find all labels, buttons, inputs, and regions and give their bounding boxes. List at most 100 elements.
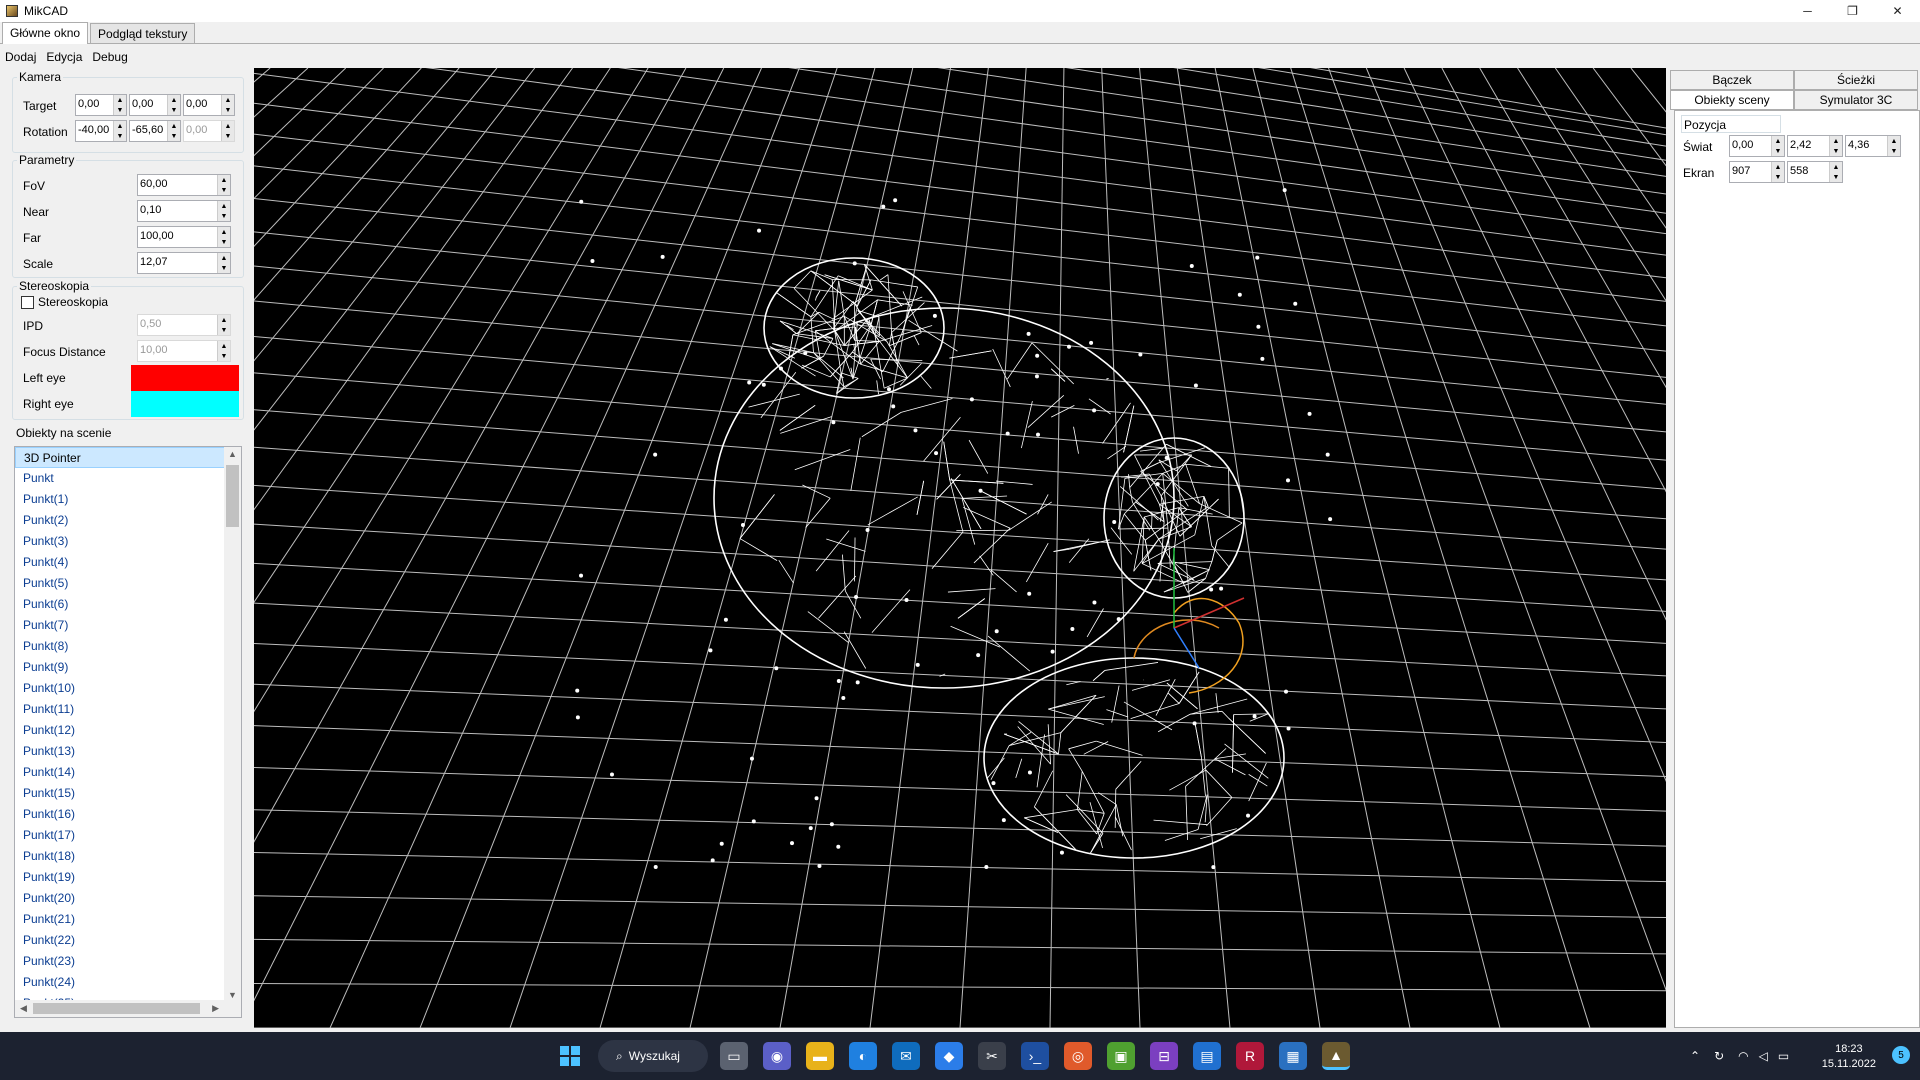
world-z-stepper[interactable]: ▲ ▼ [1887, 136, 1900, 156]
tab-main-window[interactable]: Główne okno [2, 22, 89, 44]
screen-x-spinner[interactable]: 907 ▲ ▼ [1729, 161, 1785, 183]
minimize-button[interactable]: ─ [1785, 0, 1830, 22]
scene-point[interactable] [1286, 726, 1291, 731]
scene-point[interactable] [1193, 383, 1198, 388]
scene-canvas[interactable] [254, 68, 1666, 1028]
scene-point[interactable] [1211, 865, 1216, 870]
scene-point[interactable] [1328, 517, 1333, 522]
scroll-right-icon[interactable]: ▶ [212, 1003, 219, 1014]
scene-point[interactable] [932, 313, 937, 318]
screen-y-spinner[interactable]: 558 ▲ ▼ [1787, 161, 1843, 183]
clock[interactable]: 18:23 15.11.2022 [1822, 1042, 1876, 1072]
notes-icon[interactable]: ▤ [1193, 1042, 1221, 1070]
scene-point[interactable] [1164, 455, 1169, 460]
right-eye-color-picker[interactable] [131, 391, 239, 417]
outlook-icon[interactable]: ✉ [892, 1042, 920, 1070]
near-stepper[interactable]: ▲ ▼ [217, 201, 230, 221]
wifi-icon[interactable]: ◠ [1738, 1049, 1748, 1063]
vertical-scroll-thumb[interactable] [226, 465, 239, 527]
down-arrow-icon[interactable]: ▼ [222, 105, 234, 115]
down-arrow-icon[interactable]: ▼ [1772, 172, 1784, 182]
scene-point[interactable] [976, 653, 981, 658]
tab-scene-objects[interactable]: Obiekty sceny [1670, 90, 1794, 110]
list-item[interactable]: Punkt(3) [15, 531, 241, 552]
up-arrow-icon[interactable]: ▲ [218, 201, 230, 211]
target-y-stepper[interactable]: ▲ ▼ [167, 95, 180, 115]
scene-point[interactable] [1059, 850, 1064, 855]
world-x-stepper[interactable]: ▲ ▼ [1771, 136, 1784, 156]
tab-simulator-3c[interactable]: Symulator 3C [1794, 90, 1918, 110]
scene-point[interactable] [1027, 770, 1032, 775]
list-item[interactable]: Punkt(4) [15, 552, 241, 573]
scene-point[interactable] [891, 404, 896, 409]
objects-list[interactable]: 3D Pointer Punkt Punkt(1) Punkt(2) Punkt(3) P… [14, 446, 242, 1018]
scene-point[interactable] [1325, 452, 1330, 457]
list-item[interactable]: Punkt(22) [15, 930, 241, 951]
down-arrow-icon[interactable]: ▼ [114, 105, 126, 115]
scene-point[interactable] [817, 864, 822, 869]
scene-point[interactable] [1246, 813, 1251, 818]
close-button[interactable]: ✕ [1875, 0, 1920, 22]
down-arrow-icon[interactable]: ▼ [218, 263, 230, 273]
scene-point[interactable] [1036, 432, 1041, 437]
list-item[interactable]: Punkt(5) [15, 573, 241, 594]
down-arrow-icon[interactable]: ▼ [114, 131, 126, 141]
scroll-left-icon[interactable]: ◀ [20, 1003, 27, 1014]
stereoscopy-checkbox-row[interactable]: Stereoskopia [21, 295, 108, 309]
stereoscopy-checkbox[interactable] [21, 295, 34, 309]
tray-expand-icon[interactable]: ⌃ [1690, 1049, 1700, 1063]
scene-point[interactable] [829, 822, 834, 827]
list-item[interactable]: Punkt(7) [15, 615, 241, 636]
scene-point[interactable] [1027, 591, 1032, 596]
notification-badge[interactable]: 5 [1892, 1046, 1910, 1064]
volume-icon[interactable]: ◁ [1759, 1049, 1768, 1063]
restore-button[interactable]: ❐ [1830, 0, 1875, 22]
scene-point[interactable] [893, 198, 898, 203]
scene-point[interactable] [1116, 617, 1121, 622]
scene-point[interactable] [1026, 331, 1031, 336]
scene-point[interactable] [836, 844, 841, 849]
scene-point[interactable] [1237, 292, 1242, 297]
list-item[interactable]: Punkt(10) [15, 678, 241, 699]
world-y-stepper[interactable]: ▲ ▼ [1829, 136, 1842, 156]
scene-point[interactable] [1255, 255, 1260, 260]
target-z-spinner[interactable]: 0,00 ▲ ▼ [183, 94, 235, 116]
scene-point[interactable] [579, 573, 584, 578]
list-item[interactable]: Punkt(17) [15, 825, 241, 846]
taskbar-search[interactable]: ⌕ Wyszukaj [598, 1040, 708, 1072]
up-arrow-icon[interactable]: ▲ [222, 95, 234, 105]
scene-point[interactable] [660, 254, 665, 259]
rotation-x-spinner[interactable]: -40,00 ▲ ▼ [75, 120, 127, 142]
list-item[interactable]: Punkt(14) [15, 762, 241, 783]
scene-point[interactable] [865, 528, 870, 533]
list-item[interactable]: Punkt(18) [15, 846, 241, 867]
far-spinner[interactable]: 100,00 ▲ ▼ [137, 226, 231, 248]
scene-point[interactable] [1256, 324, 1261, 329]
scene-point[interactable] [590, 258, 595, 263]
scene-point[interactable] [1035, 353, 1040, 358]
scene-point[interactable] [719, 841, 724, 846]
scene-point[interactable] [1034, 374, 1039, 379]
menu-add[interactable]: Dodaj [0, 50, 41, 64]
scene-point[interactable] [1284, 689, 1289, 694]
near-spinner[interactable]: 0,10 ▲ ▼ [137, 200, 231, 222]
down-arrow-icon[interactable]: ▼ [1830, 146, 1842, 156]
scene-point[interactable] [710, 858, 715, 863]
scene-point[interactable] [855, 680, 860, 685]
down-arrow-icon[interactable]: ▼ [1830, 172, 1842, 182]
scene-point[interactable] [579, 199, 584, 204]
rotation-y-stepper[interactable]: ▲ ▼ [167, 121, 180, 141]
up-arrow-icon[interactable]: ▲ [168, 95, 180, 105]
scene-point[interactable] [761, 382, 766, 387]
list-item[interactable]: Punkt(13) [15, 741, 241, 762]
list-item[interactable]: Punkt [15, 468, 241, 489]
scene-point[interactable] [887, 387, 892, 392]
down-arrow-icon[interactable]: ▼ [218, 237, 230, 247]
3d-viewport[interactable] [254, 68, 1666, 1028]
up-arrow-icon[interactable]: ▲ [1772, 136, 1784, 146]
start-icon[interactable] [556, 1042, 584, 1070]
target-z-stepper[interactable]: ▲ ▼ [221, 95, 234, 115]
down-arrow-icon[interactable]: ▼ [218, 185, 230, 195]
scene-point[interactable] [1293, 301, 1298, 306]
up-arrow-icon[interactable]: ▲ [1888, 136, 1900, 146]
